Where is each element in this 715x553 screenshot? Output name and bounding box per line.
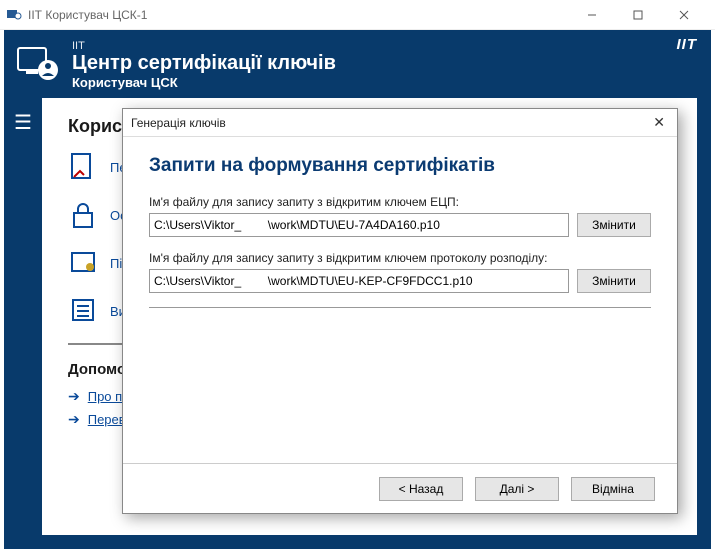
close-button[interactable]	[661, 0, 707, 30]
dialog-titlebar: Генерація ключів ✕	[123, 109, 677, 137]
field1-input[interactable]	[149, 213, 569, 237]
field1-change-button[interactable]: Змінити	[577, 213, 651, 237]
app-logo	[16, 42, 62, 88]
menu-toggle[interactable]: ☰	[4, 98, 42, 549]
next-button[interactable]: Далі >	[475, 477, 559, 501]
app-header: ІІТ Центр сертифікації ключів Користувач…	[4, 30, 711, 98]
field2-change-button[interactable]: Змінити	[577, 269, 651, 293]
certificate-icon	[68, 247, 100, 279]
lock-icon	[68, 199, 100, 231]
arrow-right-icon: ➔	[68, 411, 80, 428]
header-line1: ІІТ	[72, 40, 336, 52]
dialog-close-button[interactable]: ✕	[649, 114, 669, 131]
window-title: ІІТ Користувач ЦСК-1	[28, 8, 569, 22]
header-line2: Центр сертифікації ключів	[72, 52, 336, 75]
dialog-footer: < Назад Далі > Відміна	[123, 463, 677, 513]
cancel-button[interactable]: Відміна	[571, 477, 655, 501]
app-icon	[6, 7, 22, 23]
field2-input[interactable]	[149, 269, 569, 293]
brand-mark: IIT	[677, 36, 698, 53]
dialog-title: Генерація ключів	[131, 116, 226, 130]
list-icon	[68, 295, 100, 327]
field2-label: Ім'я файлу для запису запиту з відкритим…	[149, 251, 651, 265]
maximize-button[interactable]	[615, 0, 661, 30]
dialog-heading: Запити на формування сертифікатів	[149, 155, 651, 177]
key-generation-dialog: Генерація ключів ✕ Запити на формування …	[122, 108, 678, 514]
minimize-button[interactable]	[569, 0, 615, 30]
arrow-right-icon: ➔	[68, 388, 80, 405]
window-titlebar: ІІТ Користувач ЦСК-1	[0, 0, 715, 30]
header-line3: Користувач ЦСК	[72, 75, 336, 90]
dialog-separator	[149, 307, 651, 308]
field1-label: Ім'я файлу для запису запиту з відкритим…	[149, 195, 651, 209]
document-sign-icon	[68, 151, 100, 183]
back-button[interactable]: < Назад	[379, 477, 463, 501]
